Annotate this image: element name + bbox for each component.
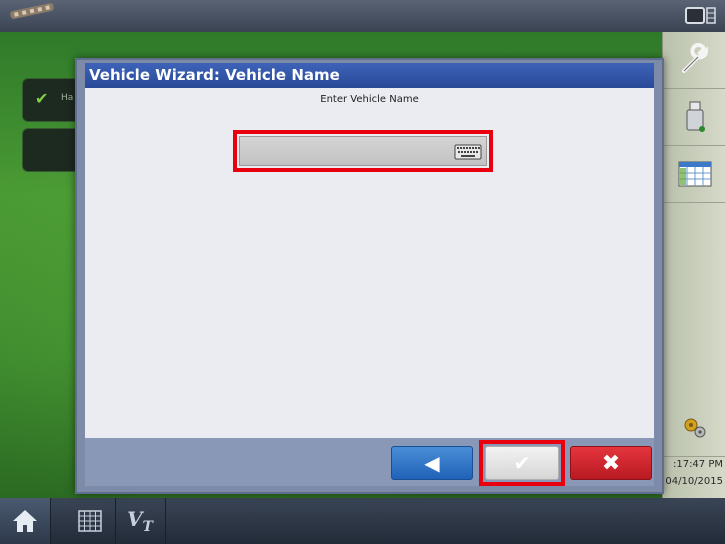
usb-drive-icon	[686, 101, 705, 132]
calendar-icon	[678, 161, 711, 187]
time-text: :17:47 PM	[672, 459, 723, 470]
virtual-terminal-button[interactable]: VT	[115, 498, 166, 544]
input-highlight-box	[233, 130, 493, 172]
prompt-text: Enter Vehicle Name	[320, 94, 419, 105]
close-icon: ✖	[601, 450, 621, 476]
right-toolbar: :17:47 PM 04/10/2015	[662, 32, 725, 498]
background-card-label: Ha	[61, 93, 74, 103]
ok-highlight-box: ✔	[479, 440, 565, 486]
display-icon[interactable]	[685, 6, 717, 26]
gps-icon[interactable]	[7, 0, 57, 24]
check-icon: ✔	[513, 451, 531, 475]
dialog-title: Vehicle Wizard: Vehicle Name	[85, 63, 654, 88]
settings-button[interactable]	[663, 402, 725, 457]
grid-icon	[78, 510, 102, 532]
wrench-icon	[681, 43, 708, 73]
date-text: 04/10/2015	[665, 476, 723, 487]
usb-button[interactable]	[663, 89, 725, 146]
top-bar	[0, 0, 725, 32]
cancel-button[interactable]: ✖	[570, 446, 652, 480]
back-arrow-icon: ◀	[424, 451, 440, 475]
home-icon	[13, 510, 37, 532]
back-button[interactable]: ◀	[391, 446, 473, 480]
vehicle-name-input[interactable]	[239, 136, 487, 166]
tools-button[interactable]	[663, 32, 725, 89]
vt-label: VT	[127, 507, 153, 535]
check-icon: ✔	[35, 89, 49, 108]
ok-button[interactable]: ✔	[485, 446, 559, 480]
home-button[interactable]	[0, 498, 51, 544]
grid-button[interactable]	[65, 498, 116, 544]
dialog-footer: ◀ ✔ ✖	[85, 438, 654, 486]
vehicle-wizard-dialog: Vehicle Wizard: Vehicle Name Enter Vehic…	[75, 58, 664, 494]
dialog-body: Enter Vehicle Name	[85, 88, 654, 438]
bottom-nav: VT	[0, 498, 725, 544]
clock: :17:47 PM 04/10/2015	[663, 456, 725, 498]
settings-gears-icon	[684, 418, 705, 438]
keyboard-icon[interactable]	[454, 144, 482, 160]
calendar-button[interactable]	[663, 146, 725, 203]
